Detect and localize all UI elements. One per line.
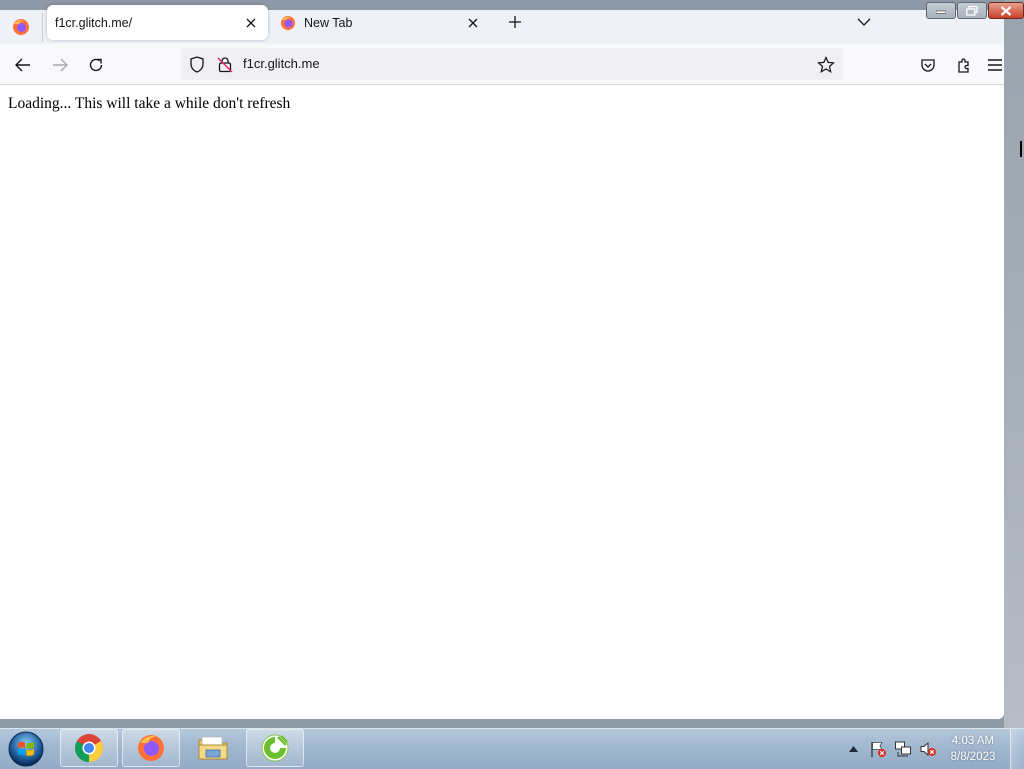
desktop-background <box>1004 0 1024 728</box>
chrome-icon <box>75 734 103 762</box>
file-explorer-icon <box>198 736 228 760</box>
url-text: f1cr.glitch.me <box>243 56 320 71</box>
firefox-icon <box>138 735 164 761</box>
plus-icon <box>509 16 521 28</box>
close-icon <box>468 18 478 27</box>
back-button[interactable] <box>10 52 36 78</box>
restore-icon <box>966 5 978 16</box>
pocket-button[interactable] <box>915 52 941 78</box>
firefox-favicon-icon <box>281 15 295 30</box>
forward-button[interactable] <box>47 52 73 78</box>
network-icon <box>895 741 911 757</box>
start-button[interactable] <box>4 730 48 768</box>
taskbar-chrome[interactable] <box>60 729 118 767</box>
show-hidden-icons-button[interactable] <box>842 738 864 760</box>
clock[interactable]: 4:03 AM 8/8/2023 <box>942 733 1004 765</box>
action-center-tray[interactable] <box>867 738 889 760</box>
close-icon <box>1000 5 1012 16</box>
reload-icon <box>89 58 103 72</box>
address-bar[interactable]: f1cr.glitch.me <box>181 48 843 80</box>
arrow-left-icon <box>15 58 30 72</box>
puzzle-piece-icon <box>958 57 969 73</box>
navigation-toolbar: f1cr.glitch.me <box>0 44 1004 85</box>
bookmark-button[interactable] <box>815 54 837 76</box>
tracking-protection-button[interactable] <box>187 54 207 74</box>
taskbar-file-explorer[interactable] <box>184 729 242 767</box>
mouse-cursor <box>1020 141 1024 157</box>
browser-window: f1cr.glitch.me/ New Tab f1cr.glitch.me L… <box>0 0 1004 719</box>
tab-close-button[interactable] <box>240 12 262 34</box>
loading-message: Loading... This will take a while don't … <box>8 95 291 112</box>
clock-time: 4:03 AM <box>951 735 995 747</box>
clock-date: 8/8/2023 <box>950 751 996 763</box>
insecure-lock-icon <box>217 56 233 72</box>
greenshot-icon <box>261 734 289 762</box>
hamburger-menu-icon <box>988 59 1002 71</box>
taskbar-firefox[interactable] <box>122 729 180 767</box>
pocket-icon <box>921 58 935 72</box>
site-info-button[interactable] <box>215 54 235 74</box>
chevron-down-icon <box>857 18 871 26</box>
tab-separator <box>42 12 43 42</box>
reload-button[interactable] <box>83 52 109 78</box>
taskbar: 4:03 AM 8/8/2023 <box>0 728 1024 769</box>
minimize-icon <box>936 10 946 14</box>
minimize-button[interactable] <box>926 2 956 19</box>
tab-close-button[interactable] <box>462 12 484 34</box>
system-tray <box>842 729 942 769</box>
network-tray[interactable] <box>892 738 914 760</box>
tab-title: New Tab <box>304 15 353 30</box>
restore-button[interactable] <box>957 2 987 19</box>
app-menu-button[interactable] <box>987 52 1004 78</box>
extensions-button[interactable] <box>951 52 977 78</box>
arrow-right-icon <box>53 58 68 72</box>
close-icon <box>246 18 256 27</box>
page-content: Loading... This will take a while don't … <box>0 85 1004 719</box>
flag-warning-icon <box>871 742 886 757</box>
firefox-logo-icon <box>13 19 29 35</box>
taskbar-greenshot[interactable] <box>246 729 304 767</box>
tab-strip: f1cr.glitch.me/ New Tab <box>0 0 1004 44</box>
tab-active[interactable]: f1cr.glitch.me/ <box>47 5 268 40</box>
volume-tray[interactable] <box>917 738 939 760</box>
window-close-button[interactable] <box>988 2 1024 19</box>
volume-muted-icon <box>920 741 936 757</box>
list-all-tabs-button[interactable] <box>852 10 876 34</box>
new-tab-button[interactable] <box>503 10 527 34</box>
tab-title: f1cr.glitch.me/ <box>55 15 133 30</box>
shield-icon <box>190 55 204 73</box>
windows-start-orb-icon <box>8 731 44 767</box>
firefox-view-button[interactable] <box>0 10 42 44</box>
star-icon <box>817 56 835 74</box>
caret-up-icon <box>848 746 858 752</box>
tab-new-tab[interactable]: New Tab <box>272 5 490 40</box>
show-desktop-button[interactable] <box>1010 729 1024 769</box>
